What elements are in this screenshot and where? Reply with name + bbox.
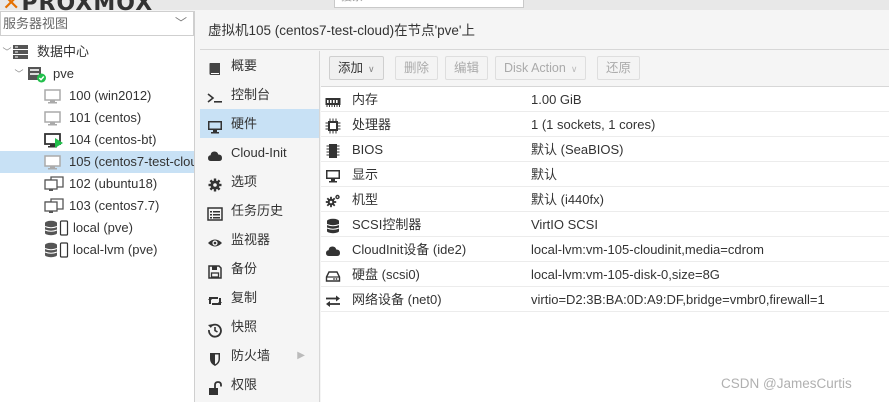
- server-icon: [12, 44, 29, 60]
- resource-tree-panel: 服务器视图 ﹀ ﹀ 数据中心 ﹀ pve 100 (win2012) 101 (…: [0, 11, 195, 402]
- monitor-icon: [207, 116, 223, 134]
- vm-stopped-icon: [44, 110, 61, 126]
- hardware-row-display[interactable]: 显示 默认: [321, 162, 889, 187]
- chevron-down-icon: ﹀: [174, 16, 187, 30]
- tree-item-vm-100[interactable]: 100 (win2012): [0, 85, 194, 107]
- tree-item-template-103[interactable]: 103 (centos7.7): [0, 195, 194, 217]
- tree-item-storage-local[interactable]: local (pve): [0, 217, 194, 239]
- tree-item-node-pve[interactable]: ﹀ pve: [0, 63, 194, 85]
- view-selector-value: 服务器视图: [3, 16, 69, 31]
- tree-item-label: 103 (centos7.7): [69, 198, 160, 213]
- unlock-icon: [207, 377, 223, 395]
- node-online-icon: [27, 66, 46, 83]
- exchange-icon: [325, 292, 341, 307]
- tree-item-label: 100 (win2012): [69, 88, 152, 103]
- tree-item-vm-104[interactable]: 104 (centos-bt): [0, 129, 194, 151]
- tree-item-label: 数据中心: [37, 44, 90, 59]
- collapse-toggle-icon[interactable]: ﹀: [2, 41, 12, 63]
- database-icon: [325, 217, 341, 234]
- cloud-icon: [207, 145, 223, 161]
- menu-item-options[interactable]: 选项: [200, 167, 319, 196]
- tree-item-label: 102 (ubuntu18): [69, 176, 158, 191]
- floppy-icon: [207, 261, 223, 279]
- hardware-row-scsi-controller[interactable]: SCSI控制器 VirtIO SCSI: [321, 212, 889, 237]
- menu-item-monitor[interactable]: 监视器: [200, 225, 319, 254]
- menu-item-hardware[interactable]: 硬件: [200, 109, 319, 138]
- vm-running-icon: [44, 132, 63, 148]
- page-title: 虚拟机105 (centos7-test-cloud)在节点'pve'上: [208, 23, 475, 38]
- menu-item-firewall[interactable]: 防火墙 ▶: [200, 341, 319, 370]
- tree-item-label: pve: [53, 66, 74, 81]
- menu-item-task-history[interactable]: 任务历史: [200, 196, 319, 225]
- menu-item-replication[interactable]: 复制: [200, 283, 319, 312]
- menu-item-permissions[interactable]: 权限: [200, 370, 319, 399]
- tree-item-storage-local-lvm[interactable]: local-lvm (pve): [0, 239, 194, 261]
- watermark: CSDN @JamesCurtis: [721, 376, 852, 391]
- hardware-row-cloudinit[interactable]: CloudInit设备 (ide2) local-lvm:vm-105-clou…: [321, 237, 889, 262]
- retweet-icon: [207, 290, 223, 306]
- hardware-row-memory[interactable]: 内存 1.00 GiB: [321, 87, 889, 112]
- vm-stopped-icon: [44, 154, 61, 170]
- chevron-down-icon: ∨: [368, 64, 375, 74]
- chevron-down-icon: ∨: [570, 64, 578, 74]
- edit-button[interactable]: 编辑: [445, 56, 489, 80]
- cpu-icon: [325, 117, 341, 134]
- history-icon: [207, 319, 223, 338]
- eye-icon: [207, 232, 223, 248]
- book-icon: [207, 58, 223, 75]
- add-button[interactable]: 添加 ∨: [329, 56, 384, 80]
- hardware-row-hard-disk[interactable]: 硬盘 (scsi0) local-lvm:vm-105-disk-0,size=…: [321, 262, 889, 287]
- hardware-toolbar: 添加 ∨ 删除 编辑 Disk Action ∨ 还原: [321, 51, 889, 84]
- storage-icon: [44, 242, 69, 258]
- collapse-toggle-icon[interactable]: ﹀: [14, 63, 24, 85]
- storage-icon: [44, 220, 69, 236]
- terminal-icon: [207, 87, 223, 103]
- vm-config-menu: 概要 控制台 硬件 Cloud-Init 选项 任务历史 监视器 备份 复制 快…: [200, 51, 320, 402]
- shield-icon: [207, 348, 223, 366]
- hardware-grid: 内存 1.00 GiB 处理器 1 (1 sockets, 1 cores) B…: [321, 86, 889, 402]
- memory-icon: [325, 92, 341, 107]
- hardware-row-machine[interactable]: 机型 默认 (i440fx): [321, 187, 889, 212]
- view-selector[interactable]: 服务器视图 ﹀: [0, 11, 194, 36]
- tree-item-template-102[interactable]: 102 (ubuntu18): [0, 173, 194, 195]
- menu-item-summary[interactable]: 概要: [200, 51, 319, 80]
- menu-item-snapshots[interactable]: 快照: [200, 312, 319, 341]
- content-header: 虚拟机105 (centos7-test-cloud)在节点'pve'上: [200, 11, 889, 50]
- tree-item-vm-101[interactable]: 101 (centos): [0, 107, 194, 129]
- menu-item-cloud-init[interactable]: Cloud-Init: [200, 138, 319, 167]
- list-icon: [207, 203, 223, 221]
- cloud-icon: [325, 242, 341, 256]
- hardware-row-network[interactable]: 网络设备 (net0) virtio=D2:3B:BA:0D:A9:DF,bri…: [321, 287, 889, 312]
- resource-tree: ﹀ 数据中心 ﹀ pve 100 (win2012) 101 (centos) …: [0, 41, 194, 261]
- disk-action-button[interactable]: Disk Action ∨: [495, 56, 587, 80]
- submenu-arrow-icon: ▶: [297, 350, 305, 361]
- cogs-icon: [325, 192, 341, 208]
- revert-button[interactable]: 还原: [597, 56, 641, 80]
- tree-item-label: local-lvm (pve): [73, 242, 158, 257]
- tree-item-label: 101 (centos): [69, 110, 142, 125]
- hardware-row-processor[interactable]: 处理器 1 (1 sockets, 1 cores): [321, 112, 889, 137]
- search-input[interactable]: 搜索: [334, 0, 524, 8]
- hdd-icon: [325, 267, 341, 282]
- menu-item-console[interactable]: 控制台: [200, 80, 319, 109]
- remove-button[interactable]: 删除: [395, 56, 439, 80]
- tree-item-label: local (pve): [73, 220, 133, 235]
- hardware-row-bios[interactable]: BIOS 默认 (SeaBIOS): [321, 137, 889, 162]
- vm-template-icon: [44, 176, 64, 192]
- top-header-strip: ✕PROXMOX 搜索: [0, 0, 889, 16]
- microchip-icon: [325, 142, 341, 158]
- menu-item-backup[interactable]: 备份: [200, 254, 319, 283]
- tree-item-label: 105 (centos7-test-cloud): [69, 154, 194, 169]
- tree-item-datacenter[interactable]: ﹀ 数据中心: [0, 41, 194, 63]
- tree-item-vm-105[interactable]: 105 (centos7-test-cloud): [0, 151, 194, 173]
- gear-icon: [207, 174, 223, 192]
- desktop-icon: [325, 167, 341, 183]
- vm-template-icon: [44, 198, 64, 214]
- vm-stopped-icon: [44, 88, 61, 104]
- tree-item-label: 104 (centos-bt): [69, 132, 157, 147]
